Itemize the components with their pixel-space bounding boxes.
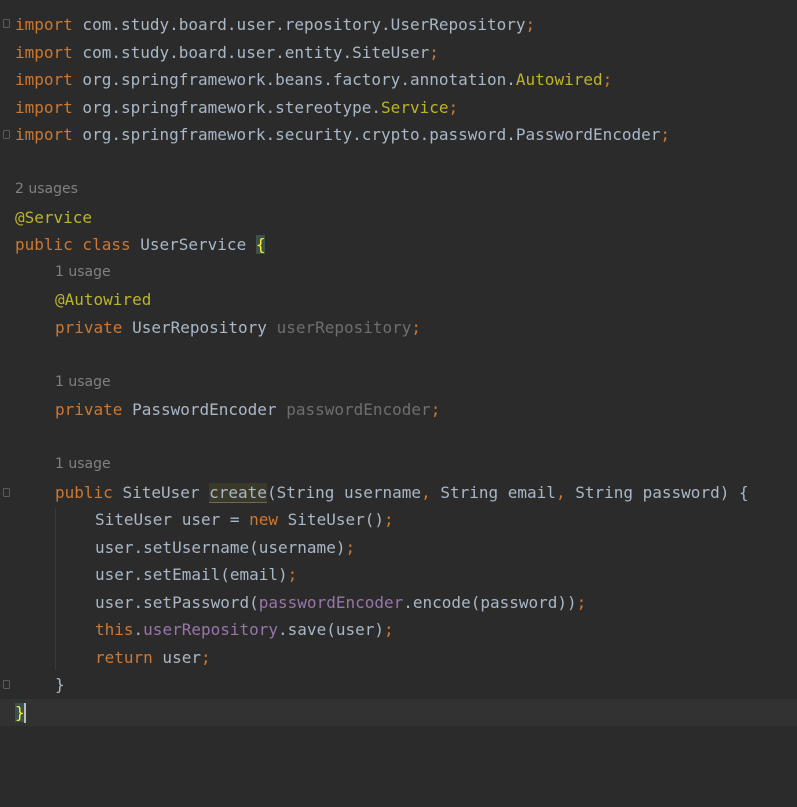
code-line-method-close[interactable]: }: [0, 671, 797, 698]
code-line-statement[interactable]: SiteUser user = new SiteUser();: [0, 506, 797, 533]
keyword: import: [15, 98, 73, 117]
import-path: org.springframework.beans.factory.annota…: [72, 70, 516, 89]
code-text: user.setEmail(email): [95, 565, 288, 584]
import-path: org.springframework.stereotype.: [72, 98, 382, 117]
class-open-brace: {: [255, 235, 266, 254]
method-param: String email: [430, 483, 556, 502]
usages-hint[interactable]: 2 usages: [15, 176, 78, 203]
code-text: .: [133, 620, 144, 639]
method-name: create: [209, 483, 267, 503]
method-modifier: public: [55, 483, 123, 502]
keyword: import: [15, 15, 73, 34]
code-line-statement[interactable]: user.setUsername(username);: [0, 534, 797, 561]
code-line-import[interactable]: import com.study.board.user.repository.U…: [0, 11, 797, 38]
code-text: SiteUser user =: [95, 510, 250, 529]
semicolon: ;: [448, 98, 459, 117]
semicolon: ;: [430, 400, 441, 419]
code-line-annotation[interactable]: @Service: [0, 204, 797, 231]
semicolon: ;: [287, 565, 298, 584]
keyword: import: [15, 43, 73, 62]
comma: ,: [555, 483, 566, 502]
import-annotation-name: Service: [381, 98, 449, 117]
usage-hint-line[interactable]: 1 usage: [0, 369, 797, 396]
code-line-statement[interactable]: user.setPassword(passwordEncoder.encode(…: [0, 589, 797, 616]
text-caret: [24, 703, 26, 723]
code-line-import[interactable]: import org.springframework.beans.factory…: [0, 66, 797, 93]
method-param: String password) {: [565, 483, 749, 502]
field-type: UserRepository: [132, 318, 277, 337]
method-return-type: SiteUser: [122, 483, 210, 502]
semicolon: ;: [200, 648, 211, 667]
usage-hint-line[interactable]: 2 usages: [0, 176, 797, 203]
current-line[interactable]: }: [0, 699, 797, 726]
usage-hint[interactable]: 1 usage: [55, 369, 111, 396]
keyword: this: [95, 620, 134, 639]
semicolon: ;: [576, 593, 587, 612]
usage-hint-line[interactable]: 1 usage: [0, 259, 797, 286]
code-text: user.setUsername(username): [95, 538, 346, 557]
code-line-class-declaration[interactable]: public class UserService {: [0, 231, 797, 258]
keyword: import: [15, 70, 73, 89]
code-line-statement[interactable]: return user;: [0, 644, 797, 671]
semicolon: ;: [525, 15, 536, 34]
keyword: new: [249, 510, 279, 529]
code-line-import[interactable]: import com.study.board.user.entity.SiteU…: [0, 39, 797, 66]
class-name: UserService: [140, 235, 256, 254]
autowired-annotation: @Autowired: [55, 290, 152, 309]
semicolon: ;: [384, 510, 394, 529]
code-line-field[interactable]: private UserRepository userRepository;: [0, 314, 797, 341]
code-line-method-declaration[interactable]: public SiteUser create(String username, …: [0, 479, 797, 506]
keyword: import: [15, 125, 73, 144]
code-line-annotation[interactable]: @Autowired: [0, 286, 797, 313]
code-text: SiteUser(): [278, 510, 384, 529]
code-line-import[interactable]: import org.springframework.security.cryp…: [0, 121, 797, 148]
code-line-statement[interactable]: user.setEmail(email);: [0, 561, 797, 588]
code-line-import[interactable]: import org.springframework.stereotype.Se…: [0, 94, 797, 121]
comma: ,: [421, 483, 431, 502]
method-param: (String username: [266, 483, 422, 502]
field-reference: passwordEncoder: [258, 593, 404, 612]
semicolon: ;: [411, 318, 422, 337]
code-line-statement[interactable]: this.userRepository.save(user);: [0, 616, 797, 643]
semicolon: ;: [602, 70, 613, 89]
code-text: .encode(password)): [403, 593, 577, 612]
class-modifiers: public class: [15, 235, 141, 254]
code-text: user: [152, 648, 201, 667]
semicolon: ;: [660, 125, 671, 144]
method-close-brace: }: [55, 675, 65, 694]
semicolon: ;: [429, 43, 439, 62]
semicolon: ;: [345, 538, 356, 557]
usage-hint[interactable]: 1 usage: [55, 451, 111, 478]
field-modifier: private: [55, 400, 133, 419]
import-path: com.study.board.user.repository.UserRepo…: [72, 15, 526, 34]
semicolon: ;: [384, 620, 394, 639]
keyword: return: [95, 648, 153, 667]
usage-hint-line[interactable]: 1 usage: [0, 451, 797, 478]
field-modifier: private: [55, 318, 133, 337]
code-line-field[interactable]: private PasswordEncoder passwordEncoder;: [0, 396, 797, 423]
code-text: user.setPassword(: [95, 593, 259, 612]
field-name: userRepository: [276, 318, 412, 337]
import-annotation-name: Autowired: [515, 70, 603, 89]
usage-hint[interactable]: 1 usage: [55, 259, 111, 286]
field-name: passwordEncoder: [286, 400, 431, 419]
service-annotation: @Service: [15, 208, 93, 227]
import-path: com.study.board.user.entity.SiteUser: [72, 43, 430, 62]
field-type: PasswordEncoder: [132, 400, 287, 419]
code-text: .save(user): [278, 620, 384, 639]
field-reference: userRepository: [143, 620, 279, 639]
code-editor[interactable]: import com.study.board.user.repository.U…: [0, 0, 797, 760]
import-path: org.springframework.security.crypto.pass…: [72, 125, 661, 144]
